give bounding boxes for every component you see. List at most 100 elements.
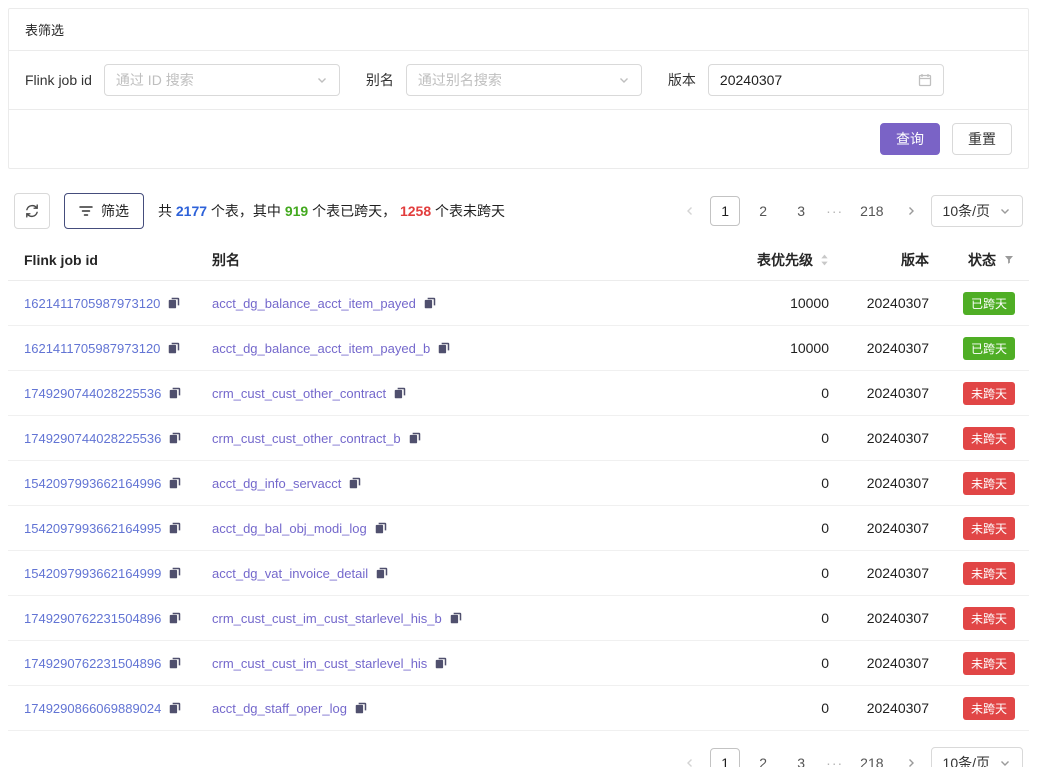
alias-link[interactable]: crm_cust_cust_other_contract	[212, 386, 386, 401]
page-button-3[interactable]: 3	[786, 196, 816, 226]
flink-job-id-link[interactable]: 1542097993662164996	[24, 476, 161, 491]
page-button-218[interactable]: 218	[853, 748, 890, 767]
copy-icon[interactable]	[348, 476, 362, 490]
cell-status: 未跨天	[937, 382, 1029, 405]
copy-icon[interactable]	[168, 386, 182, 400]
page-button-1[interactable]: 1	[710, 196, 740, 226]
version-date-value: 20240307	[720, 72, 782, 88]
cell-alias: crm_cust_cust_other_contract_b	[204, 431, 717, 446]
flink-job-id-select[interactable]: 通过 ID 搜索	[104, 64, 340, 96]
copy-icon[interactable]	[168, 476, 182, 490]
flink-job-id-link[interactable]: 1621411705987973120	[24, 296, 160, 311]
summary-text: 共 2177 个表，其中 919 个表已跨天， 1258 个表未跨天	[158, 201, 505, 221]
pagination-bottom: 1 2 3 ··· 218 10条/页	[678, 747, 1023, 767]
flink-job-id-link[interactable]: 1749290762231504896	[24, 611, 161, 626]
column-header-status[interactable]: 状态	[937, 250, 1029, 270]
prev-page-button[interactable]	[678, 748, 702, 767]
flink-job-id-label: Flink job id	[25, 72, 92, 88]
version-value: 20240307	[837, 700, 937, 716]
copy-icon[interactable]	[167, 341, 181, 355]
alias-link[interactable]: acct_dg_bal_obj_modi_log	[212, 521, 367, 536]
copy-icon[interactable]	[408, 431, 422, 445]
column-header-priority[interactable]: 表优先级	[717, 250, 837, 270]
page-button-2[interactable]: 2	[748, 748, 778, 767]
status-badge: 未跨天	[963, 607, 1015, 630]
next-page-button[interactable]	[899, 196, 923, 226]
copy-icon[interactable]	[393, 386, 407, 400]
alias-link[interactable]: acct_dg_staff_oper_log	[212, 701, 347, 716]
flink-job-id-link[interactable]: 1749290744028225536	[24, 431, 161, 446]
page-size-select[interactable]: 10条/页	[931, 195, 1023, 227]
version-value: 20240307	[837, 385, 937, 401]
priority-value: 0	[717, 475, 837, 491]
alias-link[interactable]: acct_dg_vat_invoice_detail	[212, 566, 368, 581]
query-button[interactable]: 查询	[880, 123, 940, 155]
summary-segment: 个表未跨天	[431, 203, 505, 219]
copy-icon[interactable]	[375, 566, 389, 580]
version-value: 20240307	[837, 565, 937, 581]
flink-job-id-link[interactable]: 1749290762231504896	[24, 656, 161, 671]
reset-button[interactable]: 重置	[952, 123, 1012, 155]
filter-actions-row: 查询 重置	[9, 110, 1028, 168]
sort-icon[interactable]	[820, 253, 829, 267]
cell-alias: crm_cust_cust_im_cust_starlevel_his_b	[204, 611, 717, 626]
copy-icon[interactable]	[354, 701, 368, 715]
alias-link[interactable]: crm_cust_cust_im_cust_starlevel_his_b	[212, 611, 442, 626]
status-badge: 未跨天	[963, 562, 1015, 585]
cell-status: 已跨天	[937, 292, 1029, 315]
flink-job-id-link[interactable]: 1749290744028225536	[24, 386, 161, 401]
copy-icon[interactable]	[168, 611, 182, 625]
alias-link[interactable]: acct_dg_balance_acct_item_payed	[212, 296, 416, 311]
copy-icon[interactable]	[167, 296, 181, 310]
alias-placeholder: 通过别名搜索	[418, 70, 502, 90]
flink-job-id-link[interactable]: 1542097993662164999	[24, 566, 161, 581]
filter-card-title: 表筛选	[9, 9, 1028, 51]
copy-icon[interactable]	[437, 341, 451, 355]
alias-link[interactable]: acct_dg_balance_acct_item_payed_b	[212, 341, 430, 356]
summary-total-count: 2177	[176, 203, 207, 219]
flink-job-id-link[interactable]: 1621411705987973120	[24, 341, 160, 356]
cell-status: 未跨天	[937, 517, 1029, 540]
page-button-2[interactable]: 2	[748, 196, 778, 226]
copy-icon[interactable]	[168, 701, 182, 715]
page-size-select[interactable]: 10条/页	[931, 747, 1023, 767]
summary-segment: 共	[158, 203, 176, 219]
prev-page-button[interactable]	[678, 196, 702, 226]
copy-icon[interactable]	[168, 431, 182, 445]
copy-icon[interactable]	[434, 656, 448, 670]
cell-alias: acct_dg_balance_acct_item_payed	[204, 296, 717, 311]
copy-icon[interactable]	[374, 521, 388, 535]
cell-alias: crm_cust_cust_other_contract	[204, 386, 717, 401]
status-badge: 未跨天	[963, 517, 1015, 540]
page-button-3[interactable]: 3	[786, 748, 816, 767]
refresh-button[interactable]	[14, 193, 50, 229]
flink-job-id-link[interactable]: 1749290866069889024	[24, 701, 161, 716]
page-button-218[interactable]: 218	[853, 196, 890, 226]
copy-icon[interactable]	[423, 296, 437, 310]
filter-toggle-button[interactable]: 筛选	[64, 193, 144, 229]
filter-funnel-icon[interactable]	[1003, 254, 1015, 266]
cell-status: 未跨天	[937, 562, 1029, 585]
version-value: 20240307	[837, 475, 937, 491]
table-row: 1749290866069889024 acct_dg_staff_oper_l…	[8, 686, 1029, 731]
copy-icon[interactable]	[449, 611, 463, 625]
version-date-input[interactable]: 20240307	[708, 64, 944, 96]
table-header: Flink job id 别名 表优先级 版本 状态	[8, 239, 1029, 281]
cell-status: 未跨天	[937, 427, 1029, 450]
table-row: 1621411705987973120 acct_dg_balance_acct…	[8, 326, 1029, 371]
chevron-right-icon	[905, 205, 917, 217]
alias-link[interactable]: acct_dg_info_servacct	[212, 476, 341, 491]
alias-link[interactable]: crm_cust_cust_im_cust_starlevel_his	[212, 656, 427, 671]
next-page-button[interactable]	[899, 748, 923, 767]
copy-icon[interactable]	[168, 656, 182, 670]
copy-icon[interactable]	[168, 566, 182, 580]
version-value: 20240307	[837, 655, 937, 671]
page-ellipsis[interactable]: ···	[824, 755, 845, 767]
page-button-1[interactable]: 1	[710, 748, 740, 767]
copy-icon[interactable]	[168, 521, 182, 535]
flink-job-id-link[interactable]: 1542097993662164995	[24, 521, 161, 536]
page-ellipsis[interactable]: ···	[824, 203, 845, 219]
alias-select[interactable]: 通过别名搜索	[406, 64, 642, 96]
table-body: 1621411705987973120 acct_dg_balance_acct…	[8, 281, 1029, 731]
alias-link[interactable]: crm_cust_cust_other_contract_b	[212, 431, 401, 446]
